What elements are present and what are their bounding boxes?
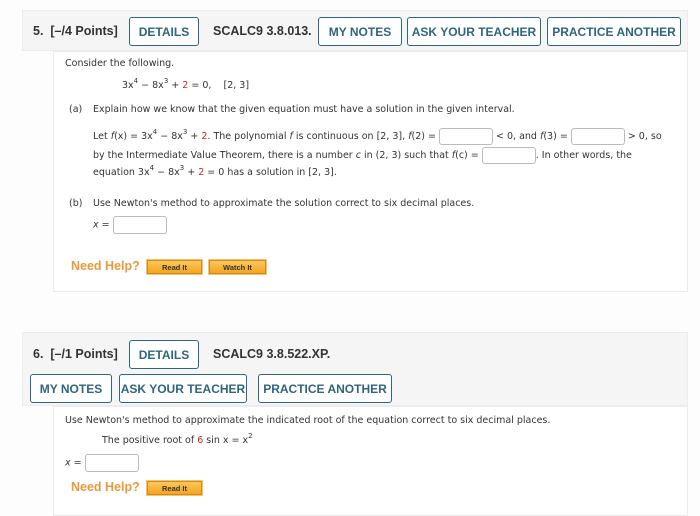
q6-number: 6.	[33, 347, 44, 361]
q5-part-a-label: (a)	[69, 104, 83, 115]
q5-x-label: x =	[93, 219, 110, 231]
q6-prompt: Use Newton's method to approximate the i…	[65, 415, 551, 426]
q5-details-button[interactable]: DETAILS	[129, 17, 199, 46]
q5-points: [–/4 Points]	[50, 24, 118, 38]
q6-header: 6. [–/1 Points] DETAILS SCALC9 3.8.522.X…	[22, 332, 688, 406]
q6-body: Use Newton's method to approximate the i…	[53, 406, 688, 516]
q5-part-a-line2: by the Intermediate Value Theorem, there…	[93, 147, 632, 164]
q5-x-row: x =	[93, 216, 167, 234]
f2-input[interactable]	[439, 128, 493, 145]
q6-ask-teacher-button[interactable]: ASK YOUR TEACHER	[119, 374, 247, 403]
q6-points: [–/1 Points]	[50, 347, 118, 361]
q5-equation: 3x4 − 8x3 + 2 = 0, [2, 3]	[122, 77, 250, 92]
q6-practice-another-button[interactable]: PRACTICE ANOTHER	[258, 374, 392, 403]
q5-part-a-prompt: Explain how we know that the given equat…	[93, 104, 515, 115]
q5-part-b-label: (b)	[69, 198, 83, 209]
q5-practice-another-button[interactable]: PRACTICE ANOTHER	[547, 17, 681, 46]
q6-read-it-button[interactable]: Read It	[146, 480, 203, 496]
q5-part-b-prompt: Use Newton's method to approximate the s…	[93, 198, 475, 209]
q5-read-it-button[interactable]: Read It	[146, 259, 203, 275]
q6-x-label: x =	[65, 457, 82, 469]
q6-details-button[interactable]: DETAILS	[129, 340, 199, 369]
q5-ask-teacher-button[interactable]: ASK YOUR TEACHER	[407, 17, 541, 46]
q6-my-notes-button[interactable]: MY NOTES	[30, 374, 112, 403]
q5-header: 5. [–/4 Points] DETAILS SCALC9 3.8.013. …	[22, 10, 688, 51]
q6-need-help: Need Help?	[71, 480, 140, 494]
q5-intro: Consider the following.	[65, 58, 175, 69]
q5-number: 5.	[33, 24, 44, 38]
q5-watch-it-button[interactable]: Watch It	[208, 259, 267, 275]
q5-part-a-line3: equation 3x4 − 8x3 + 2 = 0 has a solutio…	[93, 164, 337, 179]
q5-body: Consider the following. 3x4 − 8x3 + 2 = …	[53, 51, 688, 292]
q5-code: SCALC9 3.8.013.	[213, 24, 312, 38]
q6-x-input[interactable]	[84, 454, 139, 472]
f3-input[interactable]	[570, 128, 625, 145]
q5-part-a-line1: Let f(x) = 3x4 − 8x3 + 2. The polynomial…	[93, 128, 662, 145]
q5-my-notes-button[interactable]: MY NOTES	[318, 17, 402, 46]
q5-number-points: 5. [–/4 Points]	[33, 24, 118, 38]
q6-root-equation: The positive root of 6 sin x = x2	[102, 432, 253, 447]
q6-number-points: 6. [–/1 Points]	[33, 347, 118, 361]
q6-code: SCALC9 3.8.522.XP.	[213, 347, 331, 361]
q5-need-help: Need Help?	[71, 259, 140, 273]
fc-input[interactable]	[481, 147, 536, 164]
q5-x-input[interactable]	[112, 216, 167, 234]
q6-x-row: x =	[65, 454, 139, 472]
